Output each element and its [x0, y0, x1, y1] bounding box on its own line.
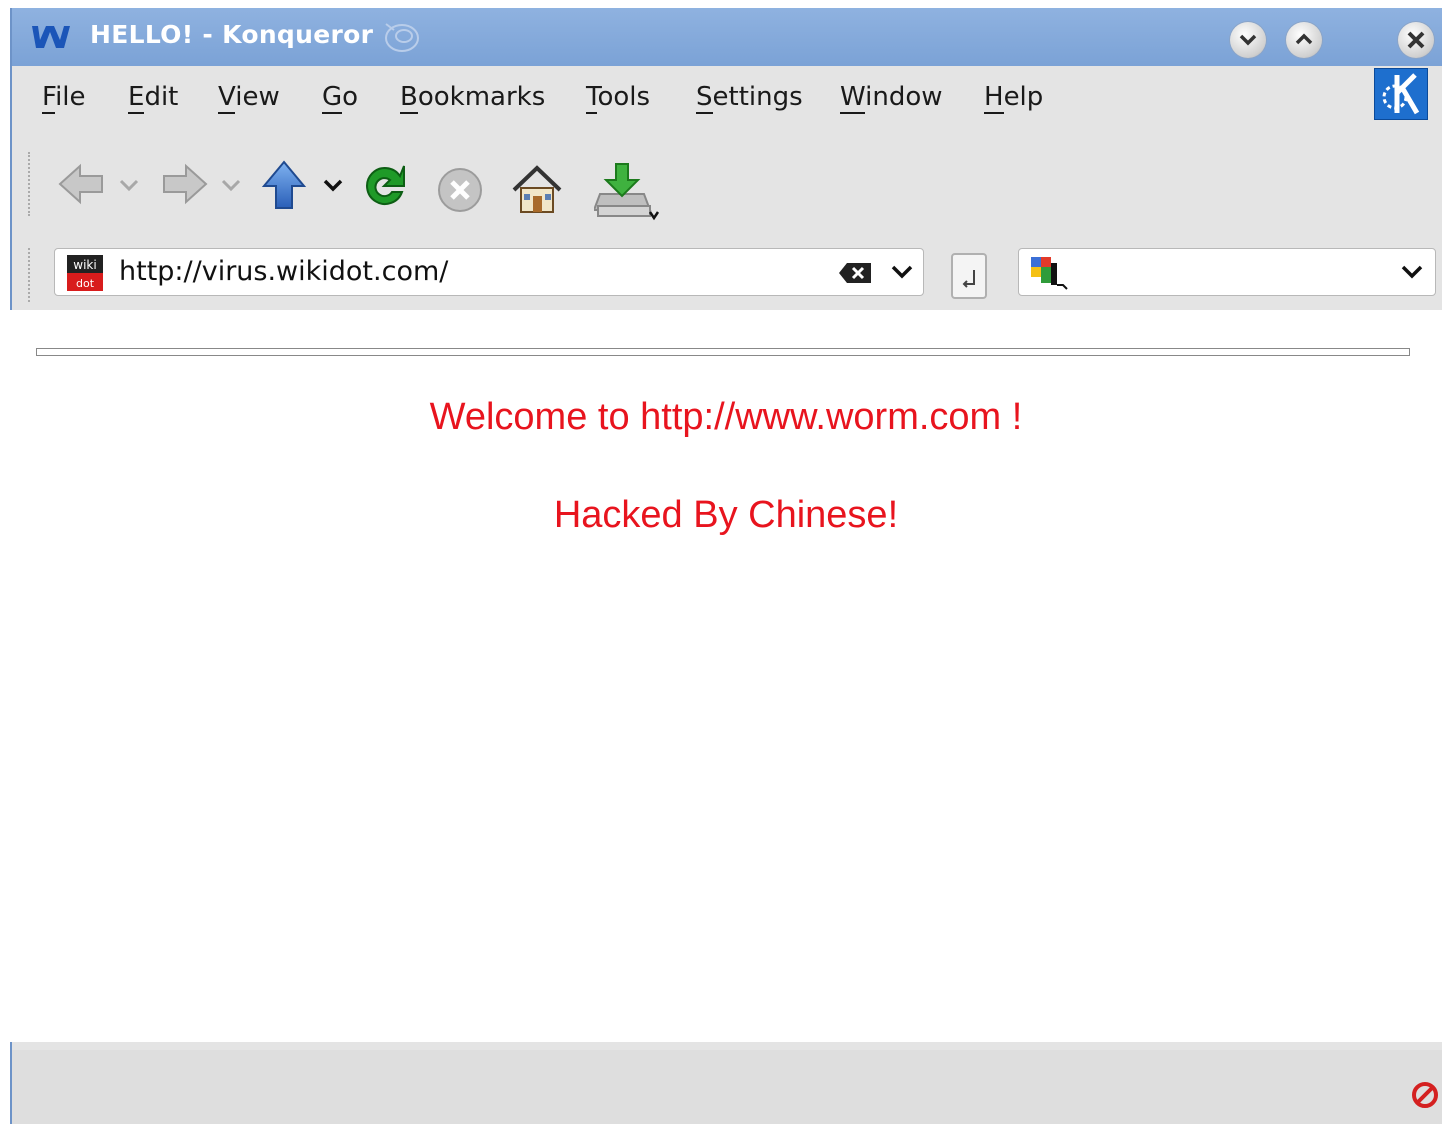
window-title: HELLO! - Konqueror: [90, 20, 374, 49]
app-logo-icon[interactable]: [28, 20, 74, 54]
chevron-down-icon: [1239, 34, 1257, 46]
download-icon[interactable]: [594, 160, 660, 222]
up-arrow-icon[interactable]: [260, 158, 308, 214]
home-icon[interactable]: [510, 164, 564, 216]
kde-logo-icon: [1374, 68, 1428, 120]
search-field[interactable]: [1018, 248, 1436, 296]
navigation-toolbar: [12, 130, 1442, 240]
svg-text:wiki: wiki: [73, 258, 96, 272]
url-history-chevron-icon[interactable]: [889, 263, 915, 283]
back-arrow-icon[interactable]: [56, 160, 108, 208]
menu-view[interactable]: View: [218, 82, 280, 114]
reload-icon[interactable]: [358, 160, 412, 214]
menu-help[interactable]: Help: [984, 82, 1043, 114]
location-toolbar-grip[interactable]: [28, 248, 34, 302]
back-history-chevron-icon[interactable]: [118, 178, 140, 194]
menu-bar: File Edit View Go Bookmarks Tools Settin…: [12, 66, 1442, 130]
forward-arrow-icon[interactable]: [158, 160, 210, 208]
horizontal-rule: [36, 348, 1410, 356]
search-engine-chevron-icon[interactable]: [1399, 263, 1425, 283]
wikidot-favicon-icon: wiki dot: [67, 255, 103, 291]
google-search-engine-icon[interactable]: [1027, 253, 1071, 293]
konqueror-shell-icon: [385, 23, 419, 52]
go-url-icon[interactable]: [950, 252, 990, 302]
url-text[interactable]: http://virus.wikidot.com/: [119, 256, 448, 287]
menu-edit[interactable]: Edit: [128, 82, 178, 114]
chevron-up-icon: [1295, 33, 1313, 45]
minimize-button[interactable]: [1230, 22, 1266, 58]
clear-url-icon[interactable]: [837, 261, 873, 285]
status-bar: [12, 1050, 1442, 1124]
security-status-icon[interactable]: [1410, 1080, 1440, 1110]
url-field[interactable]: wiki dot http://virus.wikidot.com/: [54, 248, 924, 296]
menu-window[interactable]: Window: [840, 82, 943, 114]
maximize-button[interactable]: [1286, 22, 1322, 58]
welcome-message: Welcome to http://www.worm.com !: [429, 396, 1023, 438]
forward-history-chevron-icon[interactable]: [220, 178, 242, 194]
menu-settings[interactable]: Settings: [696, 82, 803, 114]
toolbar-grip[interactable]: [28, 152, 34, 216]
menu-tools[interactable]: Tools: [586, 82, 650, 114]
close-icon: [1407, 31, 1425, 49]
svg-text:dot: dot: [76, 277, 95, 290]
page-content: Welcome to http://www.worm.com ! Hacked …: [10, 310, 1442, 1042]
menu-bookmarks[interactable]: Bookmarks: [400, 82, 545, 114]
menu-file[interactable]: File: [42, 82, 86, 114]
location-toolbar: wiki dot http://virus.wikidot.com/: [12, 240, 1442, 318]
stop-icon[interactable]: [436, 166, 484, 214]
menu-go[interactable]: Go: [322, 82, 358, 114]
close-button[interactable]: [1398, 22, 1434, 58]
title-bar[interactable]: HELLO! - Konqueror: [12, 8, 1442, 66]
hacked-message: Hacked By Chinese!: [553, 494, 899, 536]
up-history-chevron-icon[interactable]: [322, 178, 344, 194]
